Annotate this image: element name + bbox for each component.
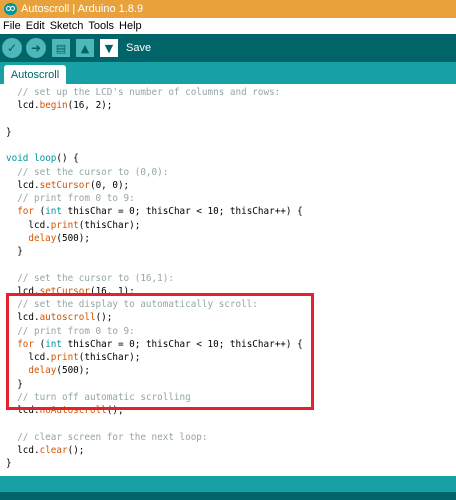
code-line: } bbox=[6, 245, 23, 258]
upload-button[interactable]: ➜ bbox=[26, 38, 46, 58]
new-button[interactable]: ▤ bbox=[52, 39, 70, 57]
code-line: // print from 0 to 9: bbox=[6, 192, 135, 205]
code-token: (500); bbox=[56, 232, 90, 244]
check-icon: ✓ bbox=[6, 41, 18, 55]
code-line: // set the cursor to (0,0): bbox=[6, 166, 168, 179]
code-token: lcd. bbox=[6, 444, 40, 456]
code-line: } bbox=[6, 126, 12, 139]
menu-sketch[interactable]: Sketch bbox=[49, 20, 88, 32]
menu-file[interactable]: File bbox=[2, 20, 25, 32]
toolbar-hover-label: Save bbox=[126, 42, 152, 54]
code-token: } bbox=[6, 458, 12, 469]
code-token: // print from 0 to 9: bbox=[6, 193, 135, 204]
code-token: void bbox=[6, 153, 29, 165]
code-line: // clear screen for the next loop: bbox=[6, 431, 208, 444]
code-token: // set the cursor to (0,0): bbox=[6, 166, 169, 178]
code-token: () { bbox=[56, 153, 79, 165]
code-token: } bbox=[6, 126, 12, 138]
code-line: for (int thisChar = 0; thisChar < 10; th… bbox=[6, 205, 303, 218]
code-line: lcd.print(thisChar); bbox=[6, 219, 140, 232]
code-token: thisChar = 0; thisChar < 10; thisChar++)… bbox=[62, 206, 303, 218]
code-token: lcd. bbox=[6, 179, 40, 191]
code-line: // set the cursor to (16,1): bbox=[6, 272, 174, 285]
code-token: delay bbox=[28, 232, 57, 244]
annotation-highlight-box bbox=[6, 293, 314, 410]
menu-bar: File Edit Sketch Tools Help bbox=[0, 18, 456, 34]
code-token: lcd. bbox=[6, 100, 40, 112]
new-file-icon: ▤ bbox=[55, 41, 67, 55]
arduino-logo-icon bbox=[4, 3, 17, 15]
open-button[interactable]: ▲ bbox=[76, 39, 94, 57]
code-token: (thisChar); bbox=[78, 219, 141, 231]
menu-tools[interactable]: Tools bbox=[87, 20, 118, 32]
window-title: Autoscroll | Arduino 1.8.9 bbox=[21, 3, 144, 15]
verify-button[interactable]: ✓ bbox=[2, 38, 22, 58]
code-line: lcd.begin(16, 2); bbox=[6, 99, 112, 112]
tab-autoscroll[interactable]: Autoscroll bbox=[4, 65, 66, 84]
code-token: } bbox=[6, 246, 23, 257]
code-line: lcd.setCursor(0, 0); bbox=[6, 179, 129, 192]
code-token: lcd. bbox=[6, 219, 51, 231]
code-line: } bbox=[6, 457, 12, 470]
arrow-right-icon: ➜ bbox=[30, 41, 42, 55]
code-line: // set up the LCD's number of columns an… bbox=[6, 86, 280, 99]
code-token: setCursor bbox=[39, 179, 90, 191]
code-editor[interactable]: // set up the LCD's number of columns an… bbox=[0, 84, 456, 476]
title-bar: Autoscroll | Arduino 1.8.9 bbox=[0, 0, 456, 18]
code-token: for bbox=[17, 206, 34, 218]
code-line: void loop() { bbox=[6, 152, 79, 165]
code-line: delay(500); bbox=[6, 232, 90, 245]
code-token: loop bbox=[34, 153, 57, 165]
save-button[interactable]: ▼ bbox=[100, 39, 118, 57]
code-line: lcd.clear(); bbox=[6, 444, 84, 457]
code-token: (0, 0); bbox=[89, 179, 130, 191]
code-token: print bbox=[50, 219, 79, 231]
code-token: clear bbox=[39, 444, 68, 456]
code-token: // set the cursor to (16,1): bbox=[6, 272, 174, 284]
toolbar: ✓ ➜ ▤ ▲ ▼ Save bbox=[0, 34, 456, 62]
code-token: // clear screen for the next loop: bbox=[6, 431, 208, 443]
tab-strip: Autoscroll bbox=[0, 62, 456, 84]
code-token: (16, 2); bbox=[67, 100, 113, 112]
code-token: (); bbox=[67, 444, 85, 456]
status-bar bbox=[0, 476, 456, 500]
code-token: begin bbox=[39, 100, 68, 112]
menu-edit[interactable]: Edit bbox=[25, 20, 49, 32]
code-token: // set up the LCD's number of columns an… bbox=[6, 87, 281, 98]
arrow-up-icon: ▲ bbox=[80, 41, 90, 55]
status-strip bbox=[0, 492, 456, 500]
arrow-down-icon: ▼ bbox=[104, 41, 114, 55]
code-token: int bbox=[45, 206, 62, 218]
menu-help[interactable]: Help bbox=[118, 20, 146, 32]
code-token: ( bbox=[34, 206, 46, 218]
